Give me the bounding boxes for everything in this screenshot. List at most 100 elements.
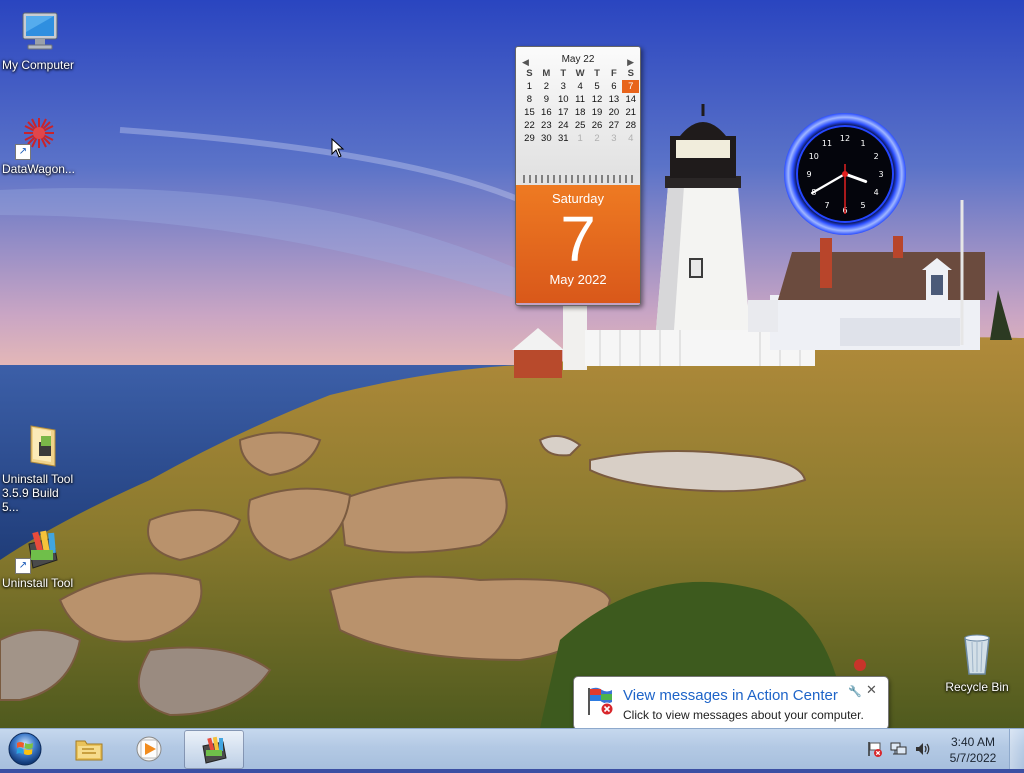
calendar-day-cell[interactable]: 12	[589, 93, 606, 106]
taskbar-uninstall-tool[interactable]	[184, 730, 244, 769]
desktop-icon-uninstall-tool[interactable]: ↗ Uninstall Tool	[0, 526, 78, 590]
calendar-weekday-header: T	[594, 68, 600, 79]
folder-icon	[15, 422, 63, 470]
uninstall-tool-icon	[199, 736, 229, 764]
clock-numeral: 7	[824, 201, 829, 210]
calendar-day-cell[interactable]: 4	[622, 132, 639, 145]
calendar-day-cell[interactable]: 3	[555, 80, 572, 93]
calendar-weekday-header: T	[560, 68, 567, 79]
calendar-day-cell[interactable]: 10	[555, 93, 572, 106]
calendar-day-number: 7	[560, 203, 596, 275]
clock-numeral: 5	[860, 201, 865, 210]
desktop-icon-label: DataWagon...	[2, 162, 75, 176]
shortcut-arrow-icon: ↗	[15, 144, 31, 160]
calendar-day-cell[interactable]: 4	[572, 80, 589, 93]
calendar-weekday-header: M	[542, 68, 551, 79]
desktop-icon-datawagon[interactable]: ↗ DataWagon...	[0, 112, 78, 176]
calendar-weekday-header: F	[610, 68, 617, 79]
calendar-weekday-header: W	[575, 68, 585, 79]
calendar-day-cell[interactable]: 25	[572, 119, 589, 132]
notification-title[interactable]: View messages in Action Center	[623, 687, 838, 704]
volume-icon[interactable]	[914, 740, 932, 758]
calendar-day-cell[interactable]: 23	[538, 119, 555, 132]
calendar-day-cell[interactable]: 14	[622, 93, 639, 106]
calendar-day-cell[interactable]: 22	[521, 119, 538, 132]
calendar-next-month-button[interactable]: ▶	[627, 49, 634, 75]
clock-numeral: 3	[878, 170, 883, 179]
desktop-icon-label: Uninstall Tool	[2, 576, 74, 590]
action-center-icon[interactable]	[866, 740, 884, 758]
calendar-day-cell[interactable]: 31	[555, 132, 572, 145]
clock-gadget[interactable]: 121234567891011	[783, 112, 907, 236]
clock-numeral: 9	[806, 170, 811, 179]
calendar-day-cell[interactable]: 21	[622, 106, 639, 119]
calendar-day-cell[interactable]: 8	[521, 93, 538, 106]
calendar-day-cell[interactable]: 28	[622, 119, 639, 132]
desktop-wallpaper	[0, 0, 1024, 728]
desktop-icon-uninstall-tool-folder[interactable]: Uninstall Tool 3.5.9 Build 5...	[0, 422, 78, 514]
calendar-day-cell[interactable]: 18	[572, 106, 589, 119]
media-player-icon	[134, 735, 164, 763]
calendar-day-cell[interactable]: 26	[589, 119, 606, 132]
desktop-icon-label: Uninstall Tool 3.5.9 Build 5...	[2, 472, 74, 514]
start-button[interactable]	[5, 730, 45, 768]
folder-icon	[74, 735, 104, 763]
calendar-day-cell[interactable]: 15	[521, 106, 538, 119]
calendar-day-cell[interactable]: 24	[555, 119, 572, 132]
calendar-day-cell[interactable]: 11	[572, 93, 589, 106]
taskbar-windows-explorer[interactable]	[60, 730, 118, 767]
calendar-prev-month-button[interactable]: ◀	[522, 49, 529, 75]
calendar-month-year: May 2022	[549, 272, 607, 287]
calendar-day-cell[interactable]: 9	[538, 93, 555, 106]
desktop-icon-recycle-bin[interactable]: Recycle Bin	[938, 630, 1016, 694]
recycle-bin-icon	[953, 630, 1001, 678]
calendar-day-cell[interactable]: 29	[521, 132, 538, 145]
calendar-day-cell[interactable]: 1	[572, 132, 589, 145]
calendar-day-cell[interactable]: 2	[589, 132, 606, 145]
notification-options-icon[interactable]: 🔧	[848, 685, 862, 698]
notification-close-button[interactable]: ✕	[866, 682, 877, 698]
desktop-icon-label: Recycle Bin	[945, 680, 1009, 694]
notification-text: Click to view messages about your comput…	[623, 708, 864, 722]
taskbar-clock[interactable]: 3:40 AM 5/7/2022	[942, 734, 1004, 766]
calendar-gadget[interactable]: ◀ May 22 ▶ S M T W T F S 1 2 3 4 5 6 7 8 9 10 11 12 13 14 15 1…	[515, 46, 641, 306]
action-center-flag-icon	[584, 685, 616, 717]
calendar-day-cell[interactable]: 13	[605, 93, 622, 106]
calendar-day-cell[interactable]: 20	[605, 106, 622, 119]
shortcut-arrow-icon: ↗	[15, 558, 31, 574]
taskbar-time: 3:40 AM	[950, 735, 996, 749]
network-icon[interactable]	[890, 740, 908, 758]
show-desktop-button[interactable]	[1009, 729, 1024, 769]
calendar-day-view: Saturday 7 May 2022	[516, 185, 640, 303]
system-tray: 3:40 AM 5/7/2022	[862, 729, 1024, 769]
calendar-day-cell[interactable]: 1	[521, 80, 538, 93]
clock-numeral: 4	[874, 188, 879, 197]
calendar-spiral-binding	[516, 173, 640, 185]
datawagon-icon: ↗	[15, 112, 63, 160]
taskbar: 3:40 AM 5/7/2022	[0, 728, 1024, 769]
taskbar-media-player[interactable]	[120, 730, 178, 767]
calendar-month-view: ◀ May 22 ▶ S M T W T F S 1 2 3 4 5 6 7 8 9 10 11 12 13 14 15 1…	[516, 47, 640, 173]
calendar-month-label: May 22	[561, 54, 595, 65]
taskbar-date: 5/7/2022	[949, 751, 997, 765]
calendar-day-cell[interactable]: 30	[538, 132, 555, 145]
calendar-day-cell[interactable]: 16	[538, 106, 555, 119]
calendar-day-cell[interactable]: 3	[605, 132, 622, 145]
computer-icon	[15, 8, 63, 56]
clock-numeral: 1	[860, 139, 865, 148]
action-center-notification[interactable]: View messages in Action Center Click to …	[573, 676, 889, 737]
calendar-day-cell[interactable]: 5	[589, 80, 606, 93]
calendar-day-cell[interactable]: 19	[589, 106, 606, 119]
clock-numeral: 2	[874, 152, 879, 161]
mouse-cursor-icon	[331, 137, 345, 158]
desktop-icon-label: My Computer	[2, 58, 75, 72]
calendar-day-cell[interactable]: 17	[555, 106, 572, 119]
calendar-day-cell[interactable]: 27	[605, 119, 622, 132]
uninstall-tool-icon: ↗	[15, 526, 63, 574]
desktop-icon-my-computer[interactable]: My Computer	[0, 8, 78, 72]
clock-numeral: 11	[822, 139, 832, 148]
calendar-day-cell[interactable]: 2	[538, 80, 555, 93]
calendar-day-cell[interactable]: 6	[605, 80, 622, 93]
calendar-day-cell[interactable]: 7	[622, 80, 640, 93]
clock-numeral: 10	[809, 152, 819, 161]
